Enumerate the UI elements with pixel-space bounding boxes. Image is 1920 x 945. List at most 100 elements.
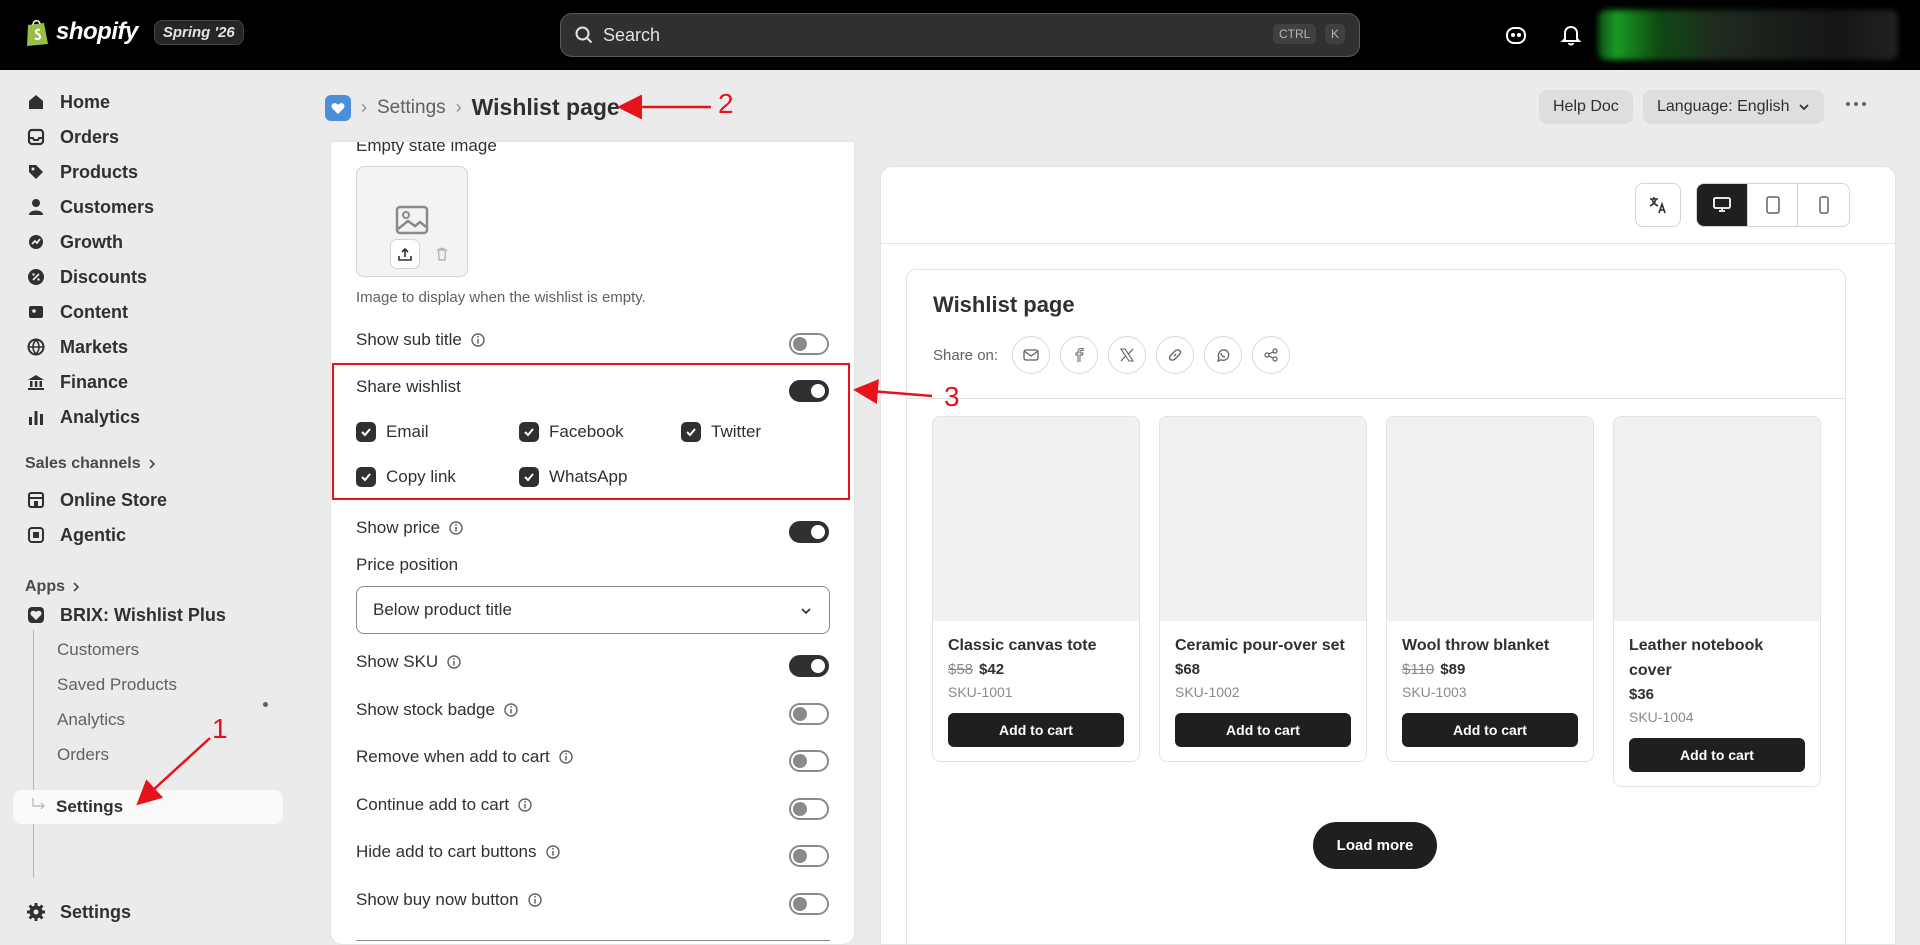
show-stock-badge-toggle[interactable] [789, 703, 829, 725]
delete-image-button[interactable] [427, 239, 457, 269]
help-doc-button[interactable]: Help Doc [1539, 90, 1633, 124]
annotation-number-2: 2 [718, 88, 734, 119]
product-card[interactable]: Ceramic pour-over set $68 SKU-1002 Add t… [1159, 416, 1367, 762]
info-icon[interactable] [503, 702, 519, 718]
nav-home-label: Home [60, 91, 111, 112]
apps-header[interactable]: Apps [25, 578, 81, 596]
nav-content[interactable]: Content [14, 295, 284, 329]
nav-orders[interactable]: Orders [14, 120, 284, 154]
app-badge-icon[interactable] [325, 94, 351, 121]
product-image[interactable] [1614, 417, 1820, 621]
add-to-cart-button[interactable]: Add to cart [1402, 713, 1578, 747]
hide-add-buttons-toggle[interactable] [789, 845, 829, 867]
info-icon[interactable] [446, 654, 462, 670]
info-icon[interactable] [517, 797, 533, 813]
desktop-view-button[interactable] [1697, 184, 1748, 226]
link-icon[interactable] [1156, 336, 1195, 374]
sidekick-icon[interactable] [1503, 22, 1529, 48]
product-card[interactable]: Wool throw blanket $110 $89 SKU-1003 Add … [1386, 416, 1594, 762]
app-sub-customers[interactable]: Customers [14, 633, 284, 667]
app-sub-analytics[interactable]: Analytics [14, 703, 284, 737]
upload-button[interactable] [390, 239, 420, 269]
product-card[interactable]: Leather notebook cover $36 SKU-1004 Add … [1613, 416, 1821, 787]
show-price-toggle[interactable] [789, 521, 829, 543]
nav-markets[interactable]: Markets [14, 330, 284, 364]
product-image[interactable] [1387, 417, 1593, 621]
translate-button[interactable] [1635, 183, 1681, 227]
product-name[interactable]: Wool throw blanket [1402, 633, 1578, 658]
add-to-cart-button[interactable]: Add to cart [1629, 738, 1805, 772]
breadcrumb-settings[interactable]: Settings [377, 97, 446, 119]
price-position-label: Price position [356, 555, 459, 574]
search-bar[interactable]: Search CTRL K [560, 13, 1360, 57]
nav-analytics[interactable]: Analytics [14, 400, 284, 434]
nav-agentic-label: Agentic [60, 524, 127, 545]
show-sku-toggle[interactable] [789, 655, 829, 677]
x-icon[interactable] [1108, 336, 1147, 374]
nav-settings[interactable]: Settings [14, 895, 284, 929]
product-sku: SKU-1002 [1175, 684, 1240, 700]
product-name[interactable]: Ceramic pour-over set [1175, 633, 1351, 658]
product-image[interactable] [1160, 417, 1366, 621]
nav-growth[interactable]: Growth [14, 225, 284, 259]
nav-products[interactable]: Products [14, 155, 284, 189]
info-icon[interactable] [448, 520, 464, 536]
content-icon [29, 306, 43, 318]
product-image[interactable] [933, 417, 1139, 621]
app-sub-settings[interactable]: Settings [13, 790, 283, 824]
info-icon[interactable] [527, 892, 543, 908]
show-buy-now-text: Show buy now button [356, 890, 519, 909]
store-profile-button[interactable] [1598, 10, 1898, 60]
info-icon[interactable] [470, 332, 486, 348]
price-position-value: Below product title [373, 600, 512, 619]
continue-add-toggle[interactable] [789, 798, 829, 820]
product-card[interactable]: Classic canvas tote $58 $42 SKU-1001 Add … [932, 416, 1140, 762]
price-position-select[interactable]: Below product title [356, 586, 830, 634]
tablet-view-button[interactable] [1748, 184, 1799, 226]
bell-icon[interactable] [1558, 22, 1584, 48]
apps-label: Apps [25, 578, 65, 595]
add-to-cart-button[interactable]: Add to cart [948, 713, 1124, 747]
show-sub-title-label: Show sub title [356, 330, 486, 350]
nav-orders-label: Orders [60, 126, 120, 147]
inbox-icon [27, 128, 45, 146]
nav-agentic[interactable]: Agentic [14, 518, 284, 552]
shopify-logo[interactable]: shopify Spring '26 [24, 17, 244, 47]
divider [907, 398, 1845, 399]
load-more-button[interactable]: Load more [1313, 822, 1437, 869]
nav-wishlist-app[interactable]: BRIX: Wishlist Plus [14, 598, 284, 632]
info-icon[interactable] [545, 844, 561, 860]
product-name[interactable]: Classic canvas tote [948, 633, 1124, 658]
info-icon[interactable] [558, 749, 574, 765]
nav-home[interactable]: Home [14, 85, 284, 119]
product-sku: SKU-1001 [948, 684, 1013, 700]
more-actions-icon[interactable] [1846, 102, 1866, 106]
share-icon[interactable] [1252, 336, 1291, 374]
app-sub-saved-products[interactable]: Saved Products [14, 668, 284, 702]
add-to-cart-button[interactable]: Add to cart [1175, 713, 1351, 747]
image-placeholder-icon [395, 205, 429, 235]
language-selector[interactable]: Language: English [1643, 90, 1824, 124]
whatsapp-icon[interactable] [1204, 336, 1243, 374]
app-sub-orders[interactable]: Orders [14, 738, 284, 772]
nav-customers[interactable]: Customers [14, 190, 284, 224]
continue-add-text: Continue add to cart [356, 795, 510, 814]
nav-discounts[interactable]: Discounts [14, 260, 284, 294]
nav-markets-label: Markets [60, 336, 129, 357]
preview-panel: Wishlist page Share on: Classic canvas t… [880, 166, 1896, 945]
sales-channels-header[interactable]: Sales channels [25, 455, 157, 473]
nav-settings-label: Settings [60, 901, 132, 922]
show-buy-now-toggle[interactable] [789, 893, 829, 915]
breadcrumb-separator: › [361, 97, 367, 117]
product-name[interactable]: Leather notebook cover [1629, 633, 1805, 683]
preview-toolbar [881, 167, 1895, 244]
remove-when-add-toggle[interactable] [789, 750, 829, 772]
gear-icon [27, 903, 45, 921]
mobile-view-button[interactable] [1798, 184, 1849, 226]
mail-icon[interactable] [1012, 336, 1051, 374]
show-sub-title-toggle[interactable] [789, 333, 829, 355]
nav-online-store[interactable]: Online Store [14, 483, 284, 517]
empty-state-image-dropzone[interactable] [356, 166, 468, 277]
facebook-icon[interactable] [1060, 336, 1099, 374]
nav-finance[interactable]: Finance [14, 365, 284, 399]
